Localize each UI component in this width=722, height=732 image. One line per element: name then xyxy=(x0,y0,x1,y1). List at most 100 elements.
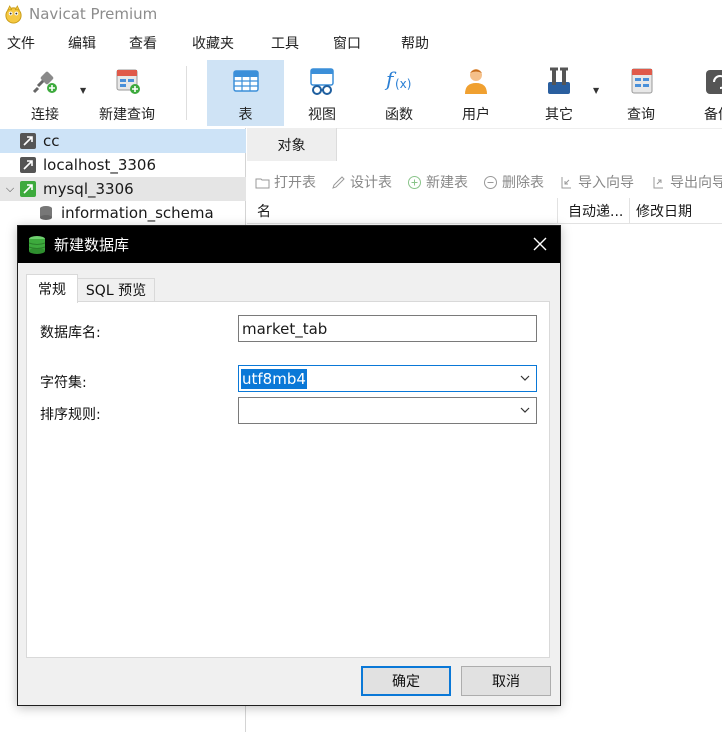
delete-table-button[interactable]: 删除表 xyxy=(483,172,544,192)
tab-sql-preview[interactable]: SQL 预览 xyxy=(77,278,155,302)
tab-bar-empty-area xyxy=(337,129,722,161)
dialog-titlebar: 新建数据库 xyxy=(18,226,560,263)
toolbar-divider xyxy=(186,66,187,120)
import-wizard-label: 导入向导 xyxy=(578,175,634,191)
column-auto-increment[interactable]: 自动递... xyxy=(558,198,630,224)
chevron-down-icon[interactable] xyxy=(519,372,531,384)
menu-view[interactable]: 查看 xyxy=(129,33,157,53)
charset-label: 字符集: xyxy=(40,375,87,391)
connect-dropdown-icon[interactable]: ▼ xyxy=(80,86,86,95)
svg-text:(x): (x) xyxy=(395,77,411,91)
database-icon xyxy=(28,235,46,254)
db-name-label: 数据库名: xyxy=(40,325,101,341)
query-label: 查询 xyxy=(627,107,655,123)
view-label: 视图 xyxy=(308,107,336,123)
tab-objects[interactable]: 对象 xyxy=(247,128,337,161)
export-wizard-label: 导出向导 xyxy=(670,175,722,191)
menu-favorites[interactable]: 收藏夹 xyxy=(192,33,234,53)
tree-item-label: information_schema xyxy=(61,204,214,222)
backup-button[interactable]: 备份 xyxy=(700,60,722,126)
plus-circle-icon xyxy=(408,175,421,189)
tree-item-information-schema[interactable]: information_schema xyxy=(0,201,246,225)
new-query-icon xyxy=(116,69,140,94)
close-icon[interactable] xyxy=(530,234,550,254)
folder-open-icon xyxy=(255,178,270,188)
chevron-down-icon[interactable]: ⌵ xyxy=(2,182,18,196)
menu-help[interactable]: 帮助 xyxy=(401,33,429,53)
new-table-button[interactable]: 新建表 xyxy=(407,172,468,192)
menu-edit[interactable]: 编辑 xyxy=(68,33,96,53)
design-table-button[interactable]: 设计表 xyxy=(331,172,392,192)
collation-select[interactable] xyxy=(238,397,537,424)
tools-icon xyxy=(548,67,570,94)
view-button[interactable]: 视图 xyxy=(296,60,348,126)
menu-file[interactable]: 文件 xyxy=(7,33,35,53)
connection-icon xyxy=(20,133,36,149)
function-label: 函数 xyxy=(385,107,413,123)
design-table-label: 设计表 xyxy=(350,175,392,191)
function-button[interactable]: f (x) 函数 xyxy=(375,60,423,126)
tab-general[interactable]: 常规 xyxy=(26,274,78,303)
function-fx-icon: f (x) xyxy=(384,67,411,91)
general-tab-panel: 数据库名: market_tab 字符集: utf8mb4 排序规则: xyxy=(26,301,550,658)
charset-select[interactable]: utf8mb4 xyxy=(238,365,537,392)
tree-item-cc[interactable]: cc xyxy=(0,129,246,153)
plug-connect-icon xyxy=(32,71,57,94)
database-icon xyxy=(40,206,52,220)
query-button[interactable]: 查询 xyxy=(618,60,664,126)
table-icon xyxy=(232,70,259,92)
db-name-input[interactable]: market_tab xyxy=(238,315,537,342)
menu-tools[interactable]: 工具 xyxy=(271,33,299,53)
new-database-dialog: 新建数据库 常规 SQL 预览 数据库名: market_tab 字符集: ut… xyxy=(17,225,561,706)
connect-label: 连接 xyxy=(31,107,59,123)
user-label: 用户 xyxy=(462,107,490,123)
cancel-button[interactable]: 取消 xyxy=(461,666,551,696)
column-modified-date[interactable]: 修改日期 xyxy=(630,198,722,224)
navicat-app: Navicat Premium 文件 编辑 查看 收藏夹 工具 窗口 帮助 连接… xyxy=(0,0,722,732)
menu-window[interactable]: 窗口 xyxy=(333,33,361,53)
view-glasses-icon xyxy=(310,68,334,95)
export-icon xyxy=(653,176,663,188)
column-name[interactable]: 名 xyxy=(247,198,558,224)
other-label: 其它 xyxy=(545,107,573,123)
query-icon xyxy=(631,68,653,94)
window-titlebar: Navicat Premium xyxy=(0,0,722,28)
table-label: 表 xyxy=(238,107,253,123)
tree-item-mysql[interactable]: ⌵ mysql_3306 xyxy=(0,177,246,201)
new-table-label: 新建表 xyxy=(426,175,468,191)
user-button[interactable]: 用户 xyxy=(453,60,499,126)
tree-item-label: mysql_3306 xyxy=(43,180,134,198)
charset-value: utf8mb4 xyxy=(241,368,307,389)
window-title: Navicat Premium xyxy=(29,5,158,23)
dialog-title: 新建数据库 xyxy=(54,236,130,254)
tree-item-label: localhost_3306 xyxy=(43,156,157,174)
minus-circle-icon xyxy=(484,175,497,189)
other-dropdown-icon[interactable]: ▼ xyxy=(593,86,599,95)
tree-item-localhost[interactable]: localhost_3306 xyxy=(0,153,246,177)
object-list-header: 名 自动递... 修改日期 xyxy=(247,198,722,224)
menu-bar: 文件 编辑 查看 收藏夹 工具 窗口 帮助 xyxy=(0,30,722,56)
backup-icon xyxy=(706,70,722,94)
open-table-button[interactable]: 打开表 xyxy=(255,172,316,192)
ok-button[interactable]: 确定 xyxy=(361,666,451,696)
object-tab-bar: 对象 xyxy=(247,128,722,161)
other-button[interactable]: 其它 xyxy=(536,60,582,126)
connection-icon xyxy=(20,157,36,173)
chevron-down-icon[interactable] xyxy=(519,404,531,416)
table-button[interactable]: 表 xyxy=(207,60,284,126)
import-wizard-button[interactable]: 导入向导 xyxy=(559,172,634,192)
mysql-connection-icon xyxy=(20,181,36,197)
pencil-icon xyxy=(332,175,345,189)
export-wizard-button[interactable]: 导出向导 xyxy=(651,172,722,192)
new-query-button[interactable]: 新建查询 xyxy=(96,60,158,126)
open-table-label: 打开表 xyxy=(274,175,316,191)
import-icon xyxy=(561,176,571,188)
collation-label: 排序规则: xyxy=(40,407,101,423)
connect-button[interactable]: 连接 xyxy=(22,60,68,126)
new-query-label: 新建查询 xyxy=(99,107,155,123)
collation-value xyxy=(241,410,243,412)
navicat-logo-icon xyxy=(5,4,22,24)
tree-item-label: cc xyxy=(43,132,60,150)
backup-label: 备份 xyxy=(704,107,722,123)
main-toolbar: 连接 ▼ 新建查询 表 视图 f (x) 函数 用户 其它 ▼ 查询 备 xyxy=(0,58,722,128)
